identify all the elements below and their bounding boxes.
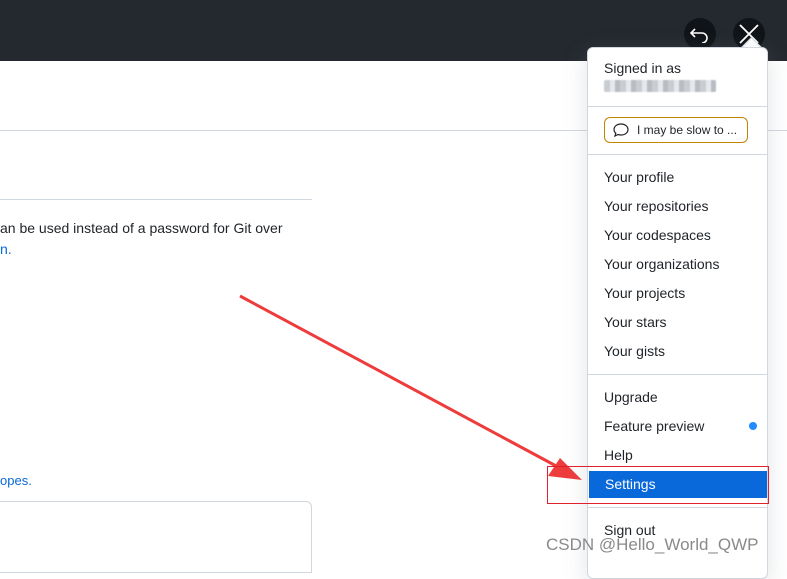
feature-preview-label: Feature preview — [604, 418, 705, 434]
menu-your-repositories[interactable]: Your repositories — [588, 193, 767, 220]
menu-your-projects[interactable]: Your projects — [588, 280, 767, 307]
menu-your-organizations[interactable]: Your organizations — [588, 251, 767, 278]
watermark: CSDN @Hello_World_QWP — [546, 535, 759, 554]
status-text: I may be slow to ... — [637, 123, 738, 137]
set-status-button[interactable]: I may be slow to ... — [604, 117, 748, 143]
menu-your-codespaces[interactable]: Your codespaces — [588, 222, 767, 249]
username-blurred — [604, 80, 716, 92]
menu-upgrade[interactable]: Upgrade — [588, 384, 767, 411]
annotation-highlight-box — [547, 466, 769, 504]
speech-bubble-icon — [613, 123, 629, 137]
menu-your-stars[interactable]: Your stars — [588, 309, 767, 336]
menu-help[interactable]: Help — [588, 442, 767, 469]
new-feature-dot — [749, 422, 757, 430]
menu-divider — [588, 154, 767, 155]
menu-divider — [588, 106, 767, 107]
menu-your-gists[interactable]: Your gists — [588, 338, 767, 365]
menu-your-profile[interactable]: Your profile — [588, 164, 767, 191]
menu-divider — [588, 507, 767, 508]
signed-in-header: Signed in as — [604, 60, 716, 92]
signed-in-label: Signed in as — [604, 60, 682, 76]
menu-divider — [588, 374, 767, 375]
menu-feature-preview[interactable]: Feature preview — [588, 413, 767, 440]
